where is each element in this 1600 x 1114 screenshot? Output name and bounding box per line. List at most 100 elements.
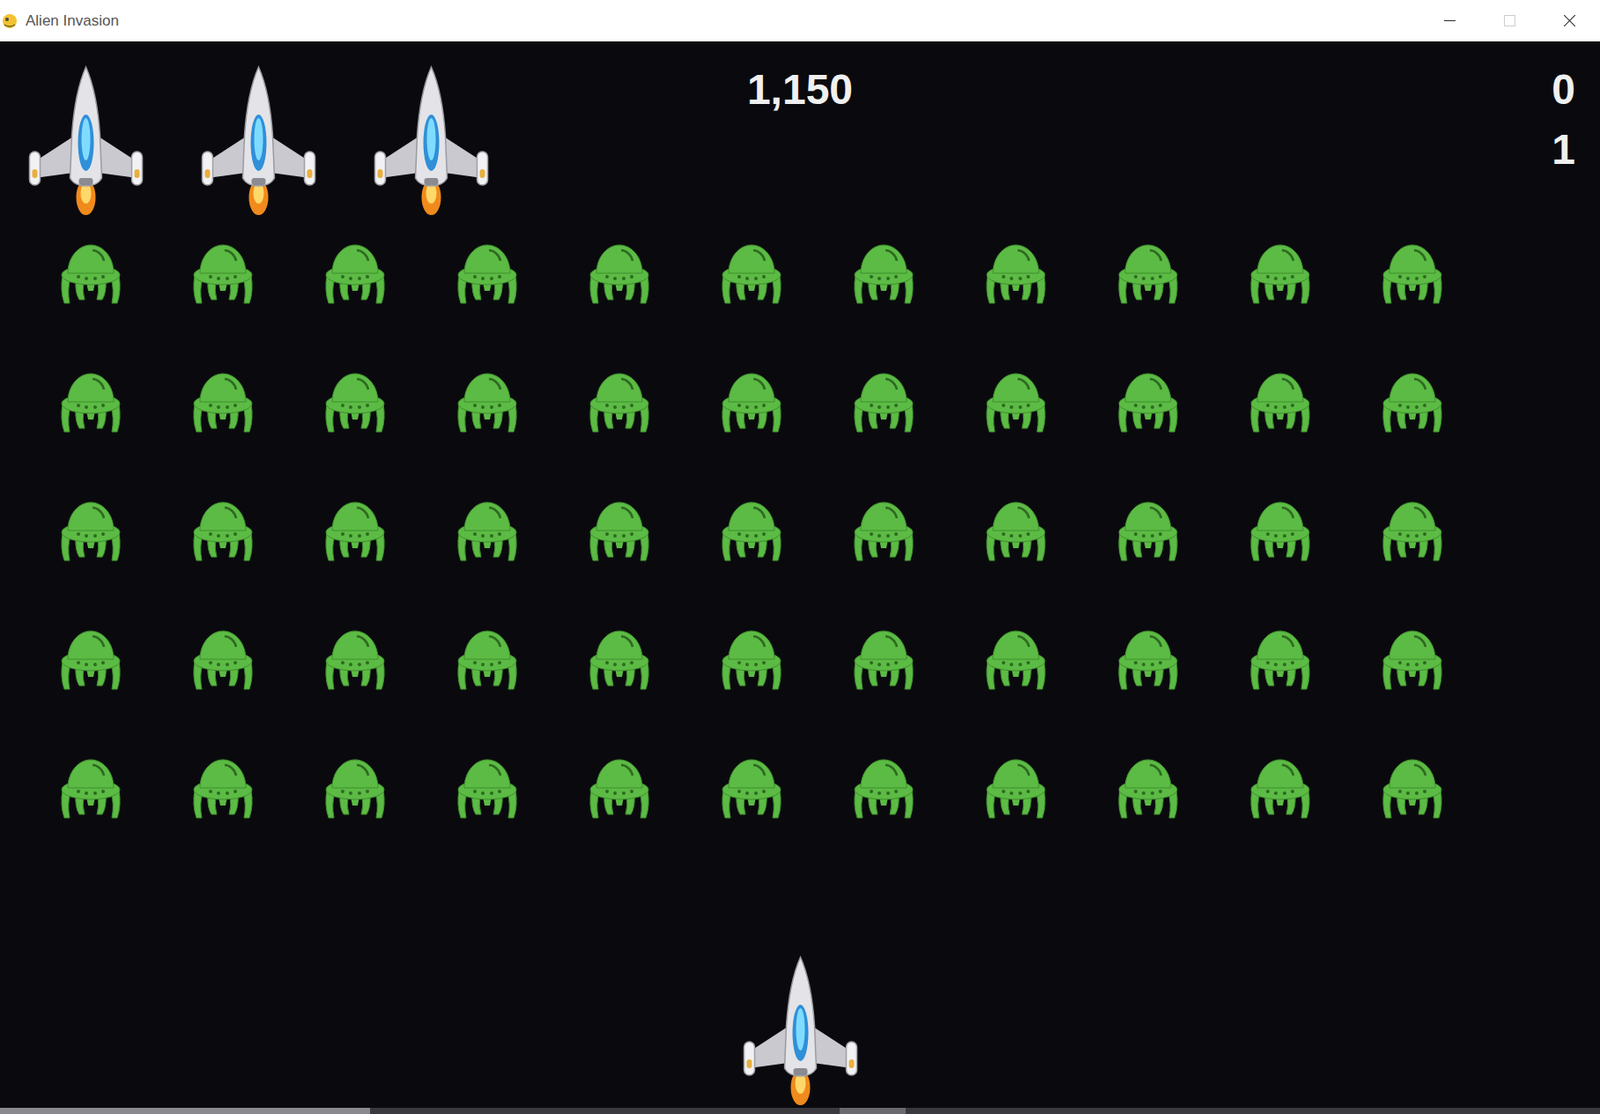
alien [189,368,257,434]
alien-icon [321,368,389,434]
alien [321,754,389,820]
alien [1114,754,1182,820]
alien [850,368,918,434]
alien [57,239,125,305]
alien-icon [1246,496,1314,563]
alien [1246,496,1314,563]
alien-icon [585,239,653,305]
alien-icon [982,625,1050,691]
score: 0 [1551,64,1576,116]
alien [718,368,786,434]
alien-icon [1378,239,1446,305]
alien-icon [453,239,521,305]
alien [321,239,389,305]
alien-icon [453,368,521,434]
alien [57,368,125,434]
alien [453,239,521,305]
alien [585,496,653,563]
maximize-icon [1503,14,1516,27]
alien-icon [321,625,389,691]
alien-icon [982,239,1050,305]
window-controls [1419,0,1600,42]
player-ship-icon [741,955,860,1107]
alien-icon [1378,625,1446,691]
life-ship-icon [27,65,145,217]
alien [189,625,257,691]
alien [189,496,257,563]
alien-icon [453,754,521,820]
player-ship[interactable] [0,955,1600,1108]
alien-icon [57,368,125,434]
alien-icon [189,239,257,305]
alien-row [57,496,1600,563]
alien [1114,496,1182,563]
alien [1246,625,1314,691]
alien-icon [1246,625,1314,691]
alien-fleet [0,239,1600,820]
alien [585,754,653,820]
maximize-button [1479,0,1540,42]
ships-left [0,41,534,240]
alien-icon [1378,368,1446,434]
alien-icon [718,239,786,305]
alien-icon [1378,496,1446,563]
alien-icon [982,754,1050,820]
alien-icon [57,496,125,563]
alien [453,368,521,434]
alien [453,625,521,691]
close-icon [1563,14,1576,27]
alien-icon [850,496,918,563]
alien [321,368,389,434]
alien [718,625,786,691]
alien-icon [189,368,257,434]
alien-icon [453,496,521,563]
alien [718,754,786,820]
alien-icon [1246,239,1314,305]
alien-icon [189,496,257,563]
alien [585,368,653,434]
alien-icon [718,625,786,691]
life-ship-icon [372,65,490,217]
alien [718,239,786,305]
alien-row [57,368,1600,434]
alien [321,496,389,563]
alien-icon [321,754,389,820]
alien [982,239,1050,305]
alien-icon [850,625,918,691]
hud: 1,15001 [0,41,1600,240]
alien [850,496,918,563]
alien-icon [1114,625,1182,691]
alien [1246,368,1314,434]
alien-icon [321,496,389,563]
alien-icon [982,368,1050,434]
alien [189,239,257,305]
alien-icon [982,496,1050,563]
minimize-icon [1444,14,1456,27]
alien [1378,239,1446,305]
alien-icon [585,496,653,563]
alien [57,754,125,820]
alien [1246,754,1314,820]
title-bar: Alien Invasion [0,0,1600,42]
alien-icon [453,625,521,691]
alien-icon [57,754,125,820]
minimize-button[interactable] [1419,0,1480,42]
alien-icon [1114,754,1182,820]
alien-icon [321,239,389,305]
alien-icon [585,625,653,691]
alien [189,754,257,820]
alien [1246,239,1314,305]
alien [1114,368,1182,434]
alien-row [57,239,1600,305]
alien-icon [1114,239,1182,305]
alien [718,496,786,563]
close-button[interactable] [1539,0,1600,42]
alien-icon [1378,754,1446,820]
alien [982,496,1050,563]
alien [982,754,1050,820]
alien-icon [57,625,125,691]
alien [585,239,653,305]
alien-icon [1246,754,1314,820]
alien [850,625,918,691]
alien-icon [585,754,653,820]
